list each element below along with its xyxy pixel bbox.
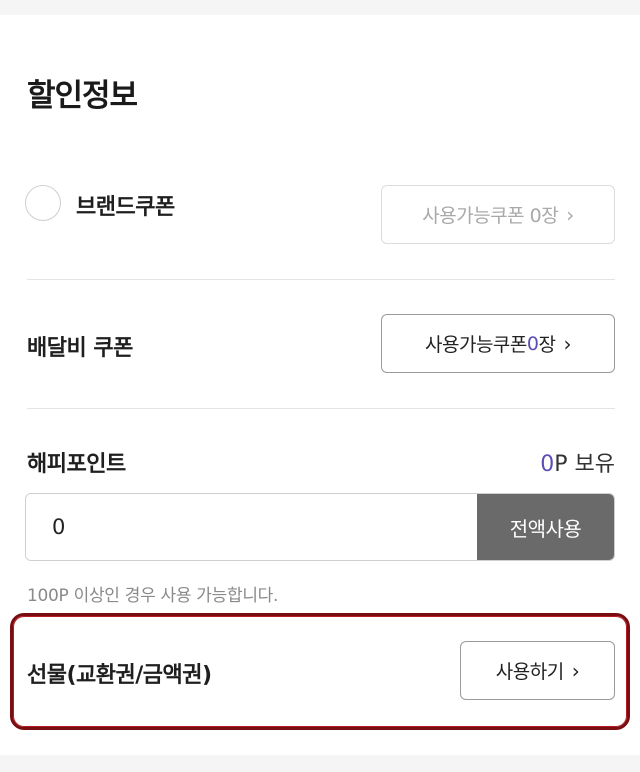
gift-label: 선물(교환권/금액권) (27, 663, 212, 688)
brand-coupon-radio[interactable] (25, 185, 61, 221)
divider (27, 279, 615, 280)
delivery-coupon-button-prefix: 사용가능쿠폰 (425, 334, 527, 356)
brand-coupon-label: 브랜드쿠폰 (76, 195, 175, 220)
gift-use-button-label: 사용하기 (495, 661, 564, 683)
use-all-points-button[interactable]: 전액사용 (477, 494, 614, 560)
point-balance: 0P 보유 (540, 446, 615, 478)
brand-coupon-button-label: 사용가능쿠폰 0장 (422, 205, 559, 227)
happy-point-label: 해피포인트 (27, 452, 126, 477)
section-title: 할인정보 (27, 78, 138, 114)
point-input-group: 전액사용 (25, 493, 615, 561)
point-balance-value: 0 (540, 452, 555, 477)
delivery-coupon-button[interactable]: 사용가능쿠폰 0장 › (381, 314, 615, 373)
point-amount-input[interactable] (26, 494, 477, 560)
point-balance-suffix: P 보유 (554, 452, 615, 477)
delivery-coupon-label: 배달비 쿠폰 (27, 336, 133, 361)
delivery-coupon-button-suffix: 장 (538, 334, 556, 356)
chevron-right-icon: › (571, 658, 580, 683)
brand-coupon-button[interactable]: 사용가능쿠폰 0장 › (381, 185, 615, 244)
delivery-coupon-count: 0 (526, 332, 539, 355)
chevron-right-icon: › (563, 331, 571, 356)
point-usage-hint: 100P 이상인 경우 사용 가능합니다. (27, 586, 279, 606)
gift-use-button[interactable]: 사용하기 › (460, 641, 615, 700)
divider (27, 408, 615, 409)
chevron-right-icon: › (566, 202, 574, 227)
